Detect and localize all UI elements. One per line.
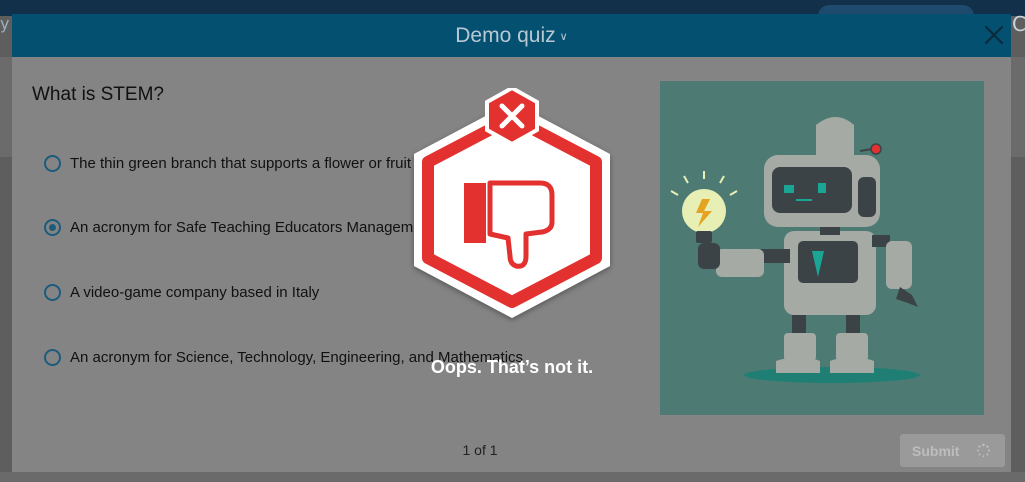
submit-label: Submit — [912, 442, 960, 459]
quiz-title: Demo quiz — [455, 24, 556, 47]
robot-illustration — [660, 81, 984, 415]
background-left-text: y — [0, 14, 10, 33]
page-indicator: 1 of 1 — [462, 442, 498, 458]
background-right-text: Cc — [1012, 12, 1025, 36]
incorrect-feedback-badge — [414, 88, 610, 318]
radio-button[interactable] — [44, 348, 61, 366]
radio-button[interactable] — [44, 283, 61, 301]
quiz-title-dropdown[interactable]: Demo quiz ∨ — [12, 14, 1011, 57]
question-text: What is STEM? — [32, 84, 164, 105]
spinner-icon — [976, 443, 991, 458]
answer-option-3[interactable]: A video-game company based in Italy — [44, 281, 319, 303]
answer-label: The thin green branch that supports a fl… — [70, 154, 412, 172]
submit-button[interactable]: Submit — [900, 434, 1005, 467]
x-icon — [485, 88, 539, 147]
answer-option-2[interactable]: An acronym for Safe Teaching Educators M… — [44, 216, 413, 238]
answer-label: An acronym for Safe Teaching Educators M… — [70, 218, 414, 236]
answer-label: A video-game company based in Italy — [70, 283, 320, 301]
radio-button-selected[interactable] — [44, 218, 61, 236]
feedback-message: Oops. That’s not it. — [430, 357, 594, 377]
close-icon[interactable] — [982, 23, 1006, 47]
background-footer — [0, 472, 1025, 482]
chevron-down-icon: ∨ — [559, 30, 568, 43]
answer-option-1[interactable]: The thin green branch that supports a fl… — [44, 152, 411, 174]
radio-button[interactable] — [44, 154, 61, 172]
modal-header: Demo quiz ∨ — [12, 14, 1011, 57]
